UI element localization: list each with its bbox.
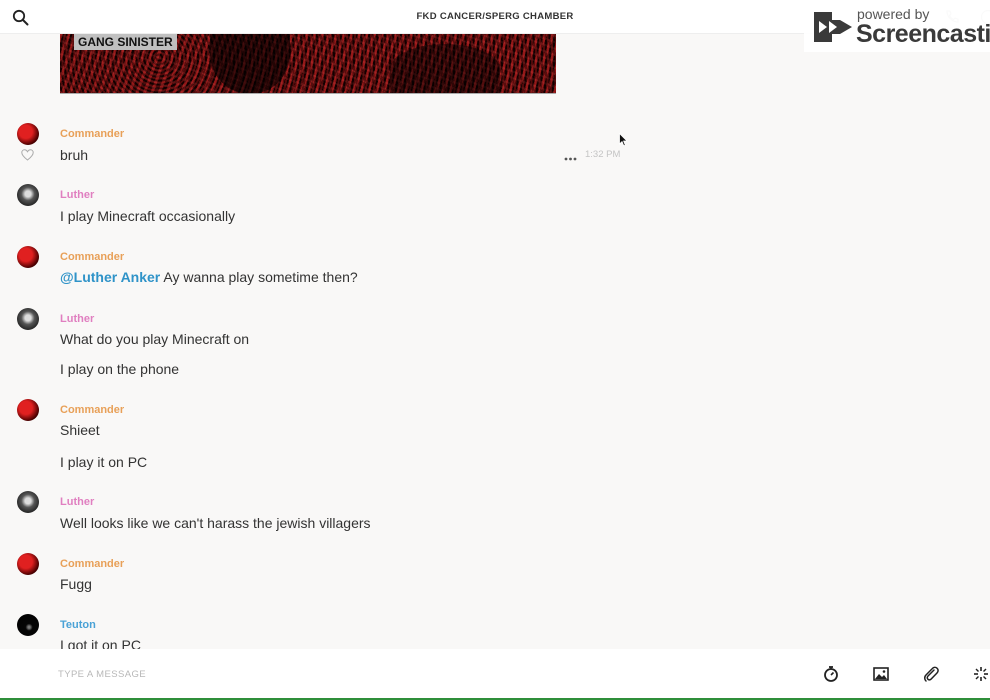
user-mention[interactable]: @Luther Anker bbox=[60, 269, 160, 285]
image-caption: GANG SINISTER bbox=[74, 34, 177, 50]
avatar[interactable] bbox=[17, 123, 39, 145]
avatar[interactable] bbox=[17, 399, 39, 421]
message-author[interactable]: Commander bbox=[60, 404, 124, 416]
avatar[interactable] bbox=[17, 614, 39, 636]
stopwatch-icon[interactable] bbox=[822, 665, 840, 683]
avatar[interactable] bbox=[17, 246, 39, 268]
message-input[interactable] bbox=[58, 663, 758, 685]
image-icon[interactable] bbox=[872, 665, 890, 683]
message-author[interactable]: Luther bbox=[60, 496, 94, 508]
message-author[interactable]: Commander bbox=[60, 558, 124, 570]
avatar[interactable] bbox=[17, 491, 39, 513]
message-author[interactable]: Teuton bbox=[60, 619, 96, 631]
message-author[interactable]: Commander bbox=[60, 128, 124, 140]
sparkle-icon[interactable] bbox=[972, 665, 990, 683]
message-text: bruh bbox=[60, 147, 89, 163]
message-author[interactable]: Luther bbox=[60, 313, 94, 325]
mouse-cursor-icon bbox=[619, 132, 628, 147]
avatar[interactable] bbox=[17, 184, 39, 206]
message-text: @Luther Anker Ay wanna play sometime the… bbox=[60, 269, 358, 285]
shared-image[interactable]: GANG SINISTER bbox=[60, 34, 556, 94]
message-timestamp: 1:32 PM bbox=[585, 149, 621, 160]
message-text: Well looks like we can't harass the jewi… bbox=[60, 515, 371, 531]
message-text: I play it on PC bbox=[60, 454, 148, 470]
watermark-brand: Screencastify bbox=[856, 20, 990, 48]
message-author[interactable]: Luther bbox=[60, 189, 94, 201]
message-composer bbox=[0, 649, 990, 700]
paperclip-icon[interactable] bbox=[922, 665, 940, 683]
message-text: I play on the phone bbox=[60, 361, 180, 377]
more-icon[interactable] bbox=[564, 150, 577, 161]
message-author[interactable]: Commander bbox=[60, 251, 124, 263]
message-text: Shieet bbox=[60, 422, 100, 438]
message-text: I play Minecraft occasionally bbox=[60, 208, 236, 224]
heart-icon[interactable] bbox=[21, 148, 34, 161]
message-text-body: Ay wanna play sometime then? bbox=[160, 269, 358, 285]
message-text: Fugg bbox=[60, 576, 92, 592]
screencastify-logo-icon bbox=[810, 8, 854, 46]
avatar[interactable] bbox=[17, 553, 39, 575]
message-text: What do you play Minecraft on bbox=[60, 331, 250, 347]
avatar[interactable] bbox=[17, 308, 39, 330]
screencastify-watermark: powered by Screencastify bbox=[804, 4, 990, 52]
